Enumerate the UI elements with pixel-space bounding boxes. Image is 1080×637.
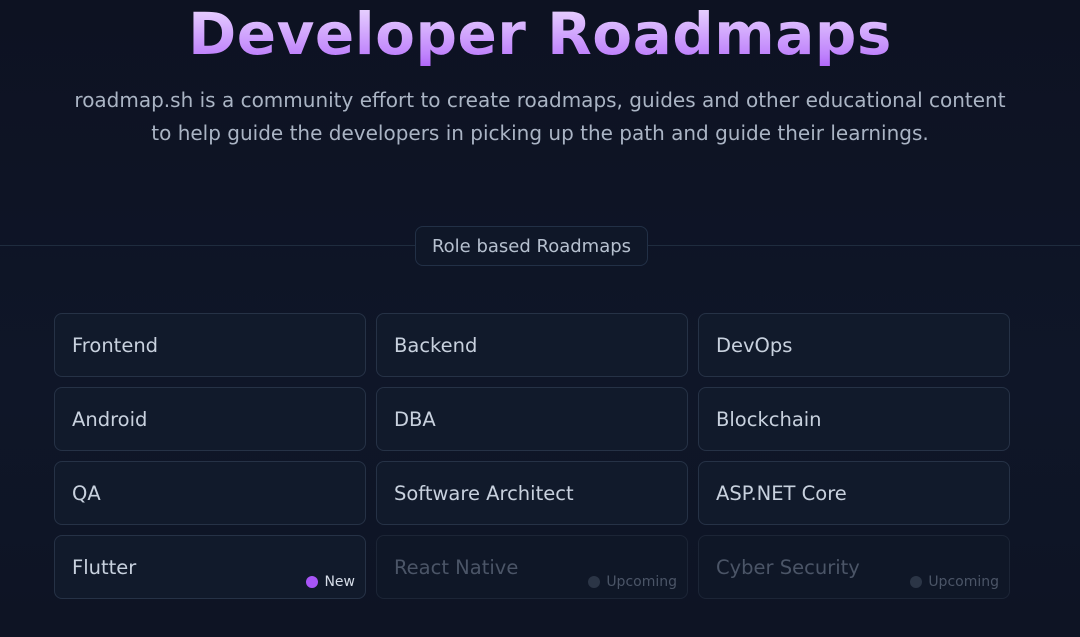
roadmap-card-frontend[interactable]: Frontend: [54, 313, 366, 377]
page-title: Developer Roadmaps: [0, 0, 1080, 74]
roadmap-card-label: Flutter: [72, 555, 137, 579]
badge-dot-icon: [306, 576, 319, 588]
roadmap-card-label: DevOps: [716, 333, 793, 357]
roadmap-card-label: Android: [72, 407, 148, 431]
badge-label: New: [324, 574, 355, 590]
roadmap-card-label: React Native: [394, 555, 519, 579]
roadmap-card-react-native: React Native Upcoming: [376, 535, 688, 599]
roadmap-card-android[interactable]: Android: [54, 387, 366, 451]
roadmap-card-software-architect[interactable]: Software Architect: [376, 461, 688, 525]
roadmap-card-label: Cyber Security: [716, 555, 860, 579]
upcoming-badge: Upcoming: [588, 574, 677, 590]
roadmap-card-devops[interactable]: DevOps: [698, 313, 1010, 377]
upcoming-badge: Upcoming: [910, 574, 999, 590]
badge-dot-icon: [910, 576, 923, 588]
roadmap-grid: Frontend Backend DevOps Android DBA Bloc…: [54, 313, 1010, 599]
badge-label: Upcoming: [606, 574, 677, 590]
hero-subtitle-line-2: to help guide the developers in picking …: [151, 121, 929, 145]
roadmap-card-dba[interactable]: DBA: [376, 387, 688, 451]
roadmap-card-cyber-security: Cyber Security Upcoming: [698, 535, 1010, 599]
page: Developer Roadmaps roadmap.sh is a commu…: [0, 0, 1080, 637]
roadmap-card-blockchain[interactable]: Blockchain: [698, 387, 1010, 451]
roadmap-card-label: Software Architect: [394, 481, 574, 505]
badge-dot-icon: [588, 576, 601, 588]
roadmap-card-label: Frontend: [72, 333, 159, 357]
badge-label: Upcoming: [928, 574, 999, 590]
roadmap-card-qa[interactable]: QA: [54, 461, 366, 525]
new-badge: New: [306, 574, 355, 590]
roadmap-card-label: QA: [72, 481, 101, 505]
hero-subtitle: roadmap.sh is a community effort to crea…: [40, 84, 1040, 150]
roadmap-card-label: Blockchain: [716, 407, 822, 431]
roadmap-card-flutter[interactable]: Flutter New: [54, 535, 366, 599]
hero-subtitle-line-1: roadmap.sh is a community effort to crea…: [74, 88, 1006, 112]
roadmap-card-label: Backend: [394, 333, 478, 357]
roadmap-card-label: DBA: [394, 407, 436, 431]
section-label-role-based: Role based Roadmaps: [415, 226, 648, 266]
roadmap-card-backend[interactable]: Backend: [376, 313, 688, 377]
roadmap-card-label: ASP.NET Core: [716, 481, 847, 505]
roadmap-card-aspnet-core[interactable]: ASP.NET Core: [698, 461, 1010, 525]
